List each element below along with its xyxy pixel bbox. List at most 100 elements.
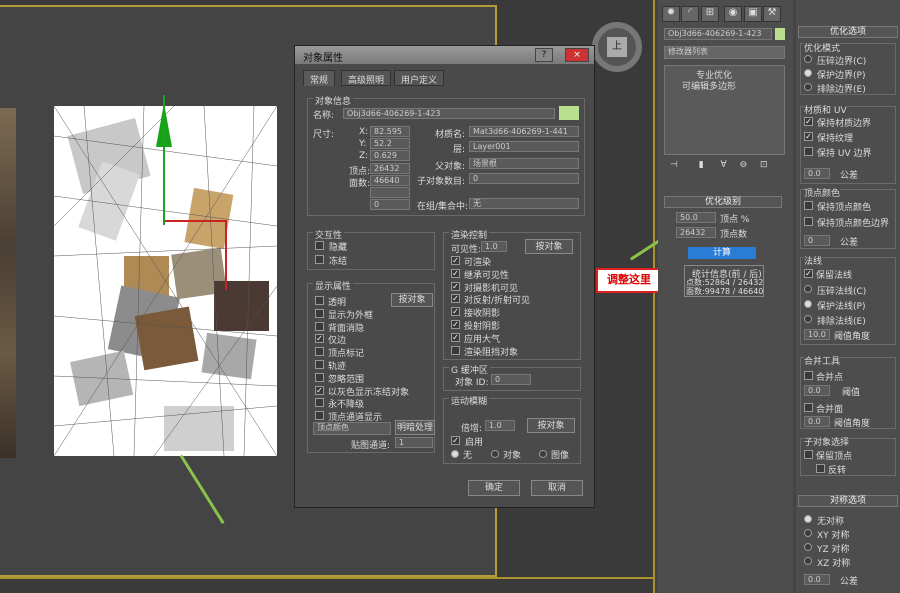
display-option-checkbox[interactable] (315, 360, 324, 369)
material-option-checkbox[interactable]: ✓ (804, 117, 813, 126)
symmetry-radio[interactable] (804, 529, 812, 537)
normal-mode-radio[interactable] (804, 285, 812, 293)
move-gizmo-z-axis[interactable] (225, 220, 227, 290)
merge-points-field[interactable]: 0.0 (804, 385, 830, 396)
object-color-swatch-panel[interactable] (775, 28, 785, 40)
visibility-field[interactable]: 1.0 (481, 241, 507, 252)
vertex-count-field[interactable]: 26432 (676, 227, 716, 238)
tab-advanced-lighting[interactable]: 高级照明 (341, 70, 392, 86)
render-option-checkbox[interactable]: ✓ (451, 256, 460, 265)
material-option-checkbox[interactable]: ✓ (804, 132, 813, 141)
display-tab-icon[interactable]: ▣ (744, 6, 762, 22)
tab-user-defined[interactable]: 用户定义 (394, 70, 445, 86)
material-option-checkbox[interactable] (804, 147, 813, 156)
render-option-checkbox[interactable]: ✓ (451, 281, 460, 291)
vcolor-tolerance-field[interactable]: 0 (804, 235, 830, 246)
symmetry-radio[interactable] (804, 543, 812, 551)
map-channel-field[interactable]: 1 (395, 437, 433, 448)
merge-faces-field[interactable]: 0.0 (804, 416, 830, 427)
display-option-checkbox[interactable] (315, 372, 324, 382)
display-option-checkbox[interactable] (315, 398, 324, 408)
move-gizmo-x-axis[interactable] (165, 220, 225, 222)
render-option-checkbox[interactable]: ✓ (451, 294, 460, 304)
optimization-level-rollout[interactable]: 优化级别 (664, 196, 782, 208)
ok-button[interactable]: 确定 (468, 480, 520, 496)
display-option-checkbox[interactable] (315, 321, 324, 331)
invert-checkbox[interactable] (816, 464, 825, 473)
multiplier-label: 倍增: (461, 424, 483, 434)
render-option-checkbox[interactable]: ✓ (451, 320, 460, 329)
stack-item-editable-poly[interactable]: 可编辑多边形 (682, 79, 736, 92)
motion-by-object-button[interactable]: 按对象 (527, 418, 575, 433)
display-option-checkbox[interactable] (315, 308, 324, 318)
merge-points-checkbox[interactable] (804, 371, 813, 380)
motion-tab-icon[interactable]: ◉ (724, 6, 742, 22)
blur-none-radio[interactable] (451, 450, 459, 458)
tab-general[interactable]: 常规 (303, 70, 336, 86)
calculate-button[interactable]: 计算 (688, 247, 756, 259)
display-option-checkbox[interactable] (315, 411, 324, 421)
display-option-checkbox[interactable] (315, 296, 324, 305)
keep-normals-checkbox[interactable]: ✓ (804, 269, 813, 278)
object-id-field[interactable]: 0 (491, 374, 531, 385)
wireframe-mesh-object[interactable] (54, 106, 277, 456)
close-button[interactable]: × (565, 48, 589, 62)
show-end-result-icon[interactable]: ▮ (699, 160, 704, 170)
remove-modifier-icon[interactable]: ⊖ (740, 160, 748, 170)
optimization-options-rollout[interactable]: 优化选项 (798, 26, 898, 38)
make-unique-icon[interactable]: ∀ (721, 160, 727, 170)
modifier-list-dropdown[interactable]: 修改器列表 (664, 46, 785, 59)
object-name-field[interactable]: Obj3d66-406269-1-423 (664, 28, 772, 40)
normal-mode-radio[interactable] (804, 300, 812, 308)
vcolor-option-checkbox[interactable] (804, 201, 813, 210)
enable-label: 启用 (465, 438, 484, 448)
multiplier-field[interactable]: 1.0 (485, 420, 515, 431)
utilities-tab-icon[interactable]: ⚒ (763, 6, 781, 22)
render-option-checkbox[interactable]: ✓ (451, 332, 460, 342)
display-option-checkbox[interactable]: ✓ (315, 334, 324, 344)
channel-select[interactable]: 顶点颜色 (313, 422, 391, 435)
symmetry-tolerance-field[interactable]: 0.0 (804, 574, 830, 585)
render-option-checkbox[interactable] (451, 345, 460, 355)
mesh-wireframe-graphic (54, 106, 277, 456)
normal-mode-radio[interactable] (804, 315, 812, 323)
move-gizmo-y-axis[interactable] (163, 95, 165, 225)
keep-vertices-checkbox[interactable] (804, 450, 813, 459)
merge-faces-checkbox[interactable] (804, 403, 813, 412)
display-option-checkbox[interactable]: ✓ (315, 385, 324, 395)
pin-stack-icon[interactable]: ⊣ (670, 160, 678, 170)
opt-mode-radio[interactable] (804, 55, 812, 63)
blur-object-radio[interactable] (491, 450, 499, 458)
create-tab-icon[interactable]: ✹ (662, 6, 680, 22)
shaded-button[interactable]: 明暗处理 (395, 420, 435, 435)
object-color-swatch[interactable] (559, 106, 579, 120)
hide-checkbox[interactable] (315, 241, 324, 250)
blur-image-radio[interactable] (539, 450, 547, 458)
cancel-button[interactable]: 取消 (531, 480, 583, 496)
freeze-checkbox[interactable] (315, 255, 324, 264)
symmetry-radio[interactable] (804, 515, 812, 523)
configure-sets-icon[interactable]: ⊡ (760, 160, 768, 170)
hierarchy-tab-icon[interactable]: ⊞ (701, 6, 719, 22)
material-tolerance-field[interactable]: 0.0 (804, 168, 830, 179)
render-option-checkbox[interactable]: ✓ (451, 307, 460, 317)
merge-tools-title: 合并工具 (804, 354, 841, 367)
display-option-checkbox[interactable] (315, 347, 324, 357)
modify-tab-icon[interactable]: ◜ (681, 6, 699, 22)
viewcube-top-face[interactable]: 上 (607, 37, 627, 57)
name-field[interactable]: Obj3d66-406269-1-423 (343, 108, 555, 119)
normal-mode-label: 排除法线(E) (817, 317, 866, 327)
in-group-value: 无 (469, 198, 579, 209)
render-by-object-button[interactable]: 按对象 (525, 239, 573, 254)
render-option-checkbox[interactable]: ✓ (451, 268, 460, 278)
normal-angle-field[interactable]: 10.0 (804, 329, 830, 340)
help-button[interactable]: ? (535, 48, 553, 62)
vertex-percent-field[interactable]: 50.0 (676, 212, 716, 223)
vcolor-option-checkbox[interactable] (804, 217, 813, 226)
symmetry-radio[interactable] (804, 557, 812, 565)
opt-mode-radio[interactable] (804, 83, 812, 91)
display-by-object-button[interactable]: 按对象 (391, 293, 433, 307)
opt-mode-radio[interactable] (804, 69, 812, 77)
symmetry-options-rollout[interactable]: 对称选项 (798, 495, 898, 507)
enable-checkbox[interactable]: ✓ (451, 436, 460, 445)
